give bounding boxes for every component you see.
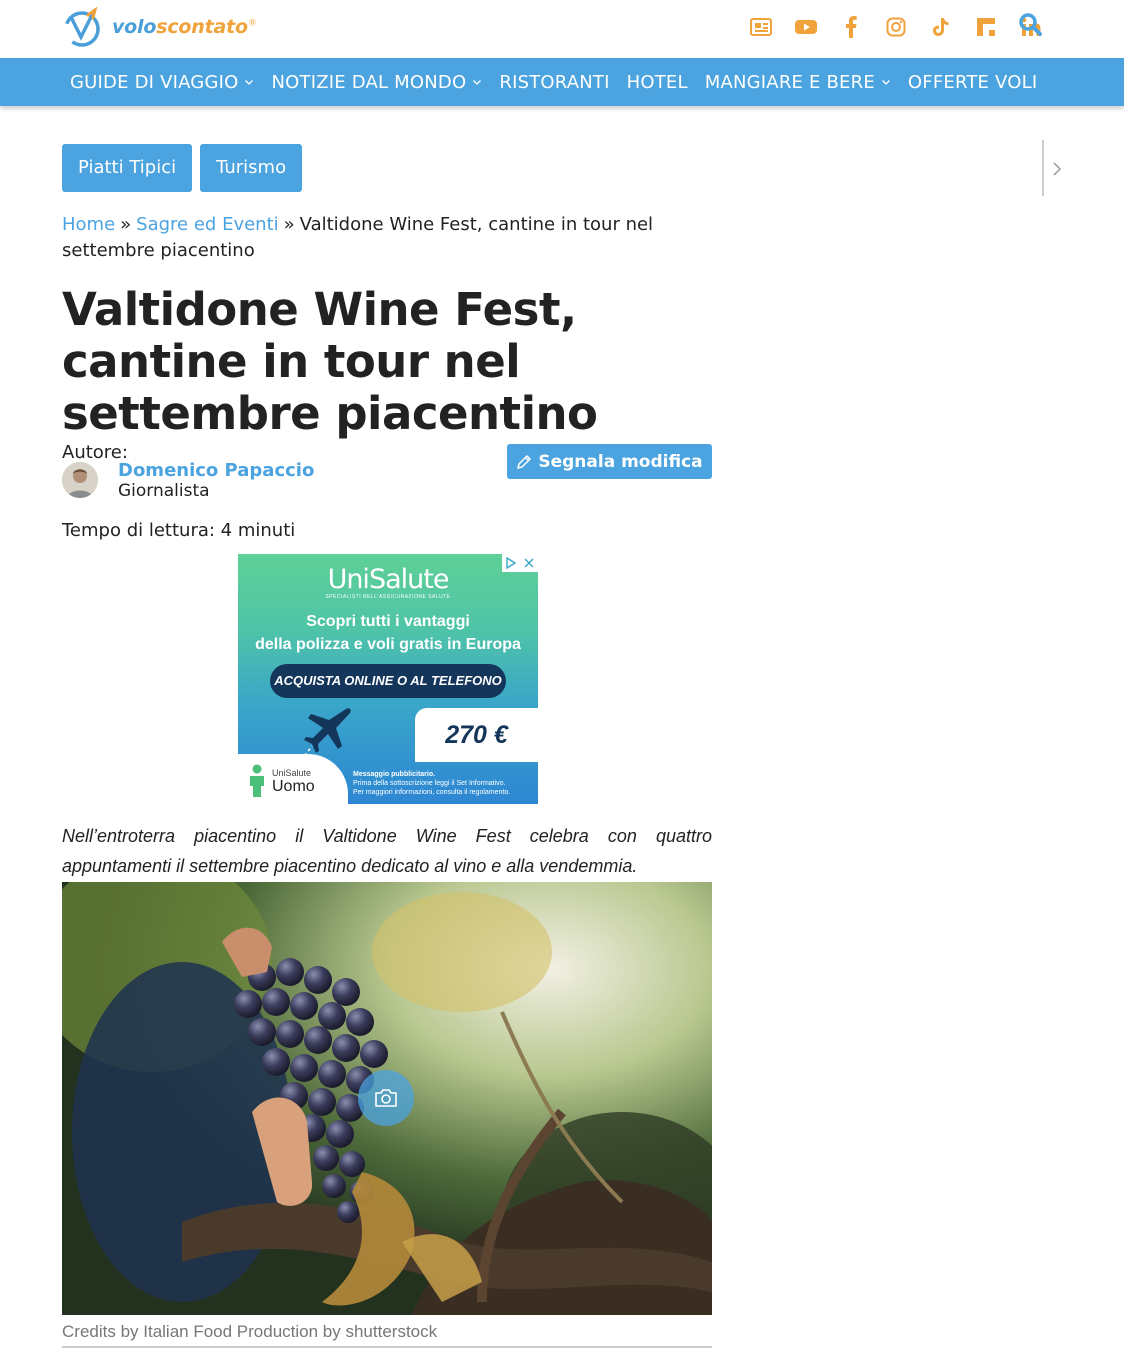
image-credits: Credits by Italian Food Production by sh… — [62, 1322, 438, 1341]
ad-product-brand: UniSalute — [272, 768, 312, 778]
nav-item-guide-di-viaggio[interactable]: GUIDE DI VIAGGIO — [70, 72, 254, 93]
ad-fine-print: Messaggio pubblicitario. Prima della sot… — [353, 770, 538, 797]
nav-item-label: HOTEL — [626, 71, 688, 93]
breadcrumb-separator: » — [283, 214, 295, 235]
top-bar: voloscontato® — [0, 0, 1124, 58]
page-title: Valtidone Wine Fest, cantine in tour nel… — [62, 283, 598, 440]
breadcrumb-section-link[interactable]: Sagre ed Eventi — [136, 214, 278, 235]
chevron-down-icon — [881, 80, 890, 85]
article-tags: Piatti Tipici Turismo — [62, 144, 303, 192]
report-edit-button[interactable]: Segnala modifica — [507, 444, 712, 479]
breadcrumb: Home» Sagre ed Eventi» Valtidone Wine Fest… — [62, 212, 712, 264]
tiktok-icon[interactable] — [928, 14, 954, 40]
search-icon[interactable] — [1018, 12, 1046, 40]
sidebar-toggle[interactable] — [1042, 140, 1066, 196]
ad-headline-line: Scopri tutti i vantaggi — [306, 613, 470, 630]
ad-fine-line: Prima della sottoscrizione leggi il Set … — [353, 780, 506, 787]
camera-icon[interactable] — [358, 1070, 414, 1126]
nav-item-notizie-dal-mondo[interactable]: NOTIZIE DAL MONDO — [271, 72, 482, 93]
facebook-icon[interactable] — [838, 14, 864, 40]
nav-item-label: OFFERTE VOLI — [907, 71, 1038, 93]
site-logo[interactable]: voloscontato® — [62, 6, 257, 48]
advertisement-banner[interactable]: UniSalute SPECIALISTI NELL'ASSICURAZIONE… — [238, 554, 538, 804]
ad-headline-line: della polizza e voli gratis in Europa — [255, 636, 521, 653]
reading-time: Tempo di lettura: 4 minuti — [62, 520, 296, 541]
chevron-right-icon — [1053, 162, 1062, 176]
divider — [62, 1346, 712, 1348]
pencil-icon — [517, 454, 532, 469]
logo-text-part1: volo — [112, 16, 157, 38]
main-nav: GUIDE DI VIAGGIO NOTIZIE DAL MONDO RISTO… — [0, 58, 1124, 106]
author-name-link[interactable]: Domenico Papaccio — [118, 460, 314, 481]
logo-text-part2: scontato — [156, 16, 248, 38]
ad-headline: Scopri tutti i vantaggi della polizza e … — [238, 610, 538, 656]
author-role: Giornalista — [118, 481, 210, 501]
person-icon — [250, 764, 264, 797]
logo-mark-icon — [64, 7, 100, 47]
nav-item-offerte-voli[interactable]: OFFERTE VOLI — [908, 72, 1037, 93]
hero-image[interactable] — [62, 882, 712, 1315]
nav-item-hotel[interactable]: HOTEL — [627, 72, 688, 93]
chevron-down-icon — [473, 80, 482, 85]
newspaper-icon[interactable] — [748, 14, 774, 40]
instagram-icon[interactable] — [883, 14, 909, 40]
nav-item-ristoranti[interactable]: RISTORANTI — [499, 72, 609, 93]
report-edit-label: Segnala modifica — [538, 451, 703, 472]
logo-registered-mark: ® — [247, 18, 257, 29]
ad-price: 270 € — [415, 708, 538, 762]
breadcrumb-home-link[interactable]: Home — [62, 214, 115, 235]
avatar[interactable] — [62, 462, 98, 498]
flipboard-icon[interactable] — [973, 14, 999, 40]
tag-button[interactable]: Piatti Tipici — [62, 144, 193, 192]
ad-brand: UniSalute — [327, 564, 450, 595]
chevron-down-icon — [245, 80, 254, 85]
tag-button[interactable]: Turismo — [200, 144, 303, 192]
article-lead: Nell’entroterra piacentino il Valtidone … — [62, 826, 712, 876]
nav-item-label: GUIDE DI VIAGGIO — [70, 71, 239, 93]
nav-item-label: NOTIZIE DAL MONDO — [271, 71, 467, 93]
ad-fine-title: Messaggio pubblicitario. — [353, 771, 436, 778]
social-links — [748, 14, 1044, 40]
nav-item-mangiare-e-bere[interactable]: MANGIARE E BERE — [705, 72, 891, 93]
ad-brand-sub: SPECIALISTI NELL'ASSICURAZIONE SALUTE — [325, 594, 451, 600]
nav-item-label: RISTORANTI — [499, 71, 610, 93]
logo-text: voloscontato® — [112, 16, 257, 38]
ad-fine-line: Per maggiori informazioni, consulta il r… — [353, 789, 511, 796]
breadcrumb-separator: » — [120, 214, 132, 235]
ad-cta-button[interactable]: ACQUISTA ONLINE O AL TELEFONO — [270, 664, 506, 698]
nav-item-label: MANGIARE E BERE — [704, 71, 875, 93]
ad-product-name: Uomo — [272, 778, 315, 795]
youtube-icon[interactable] — [793, 14, 819, 40]
